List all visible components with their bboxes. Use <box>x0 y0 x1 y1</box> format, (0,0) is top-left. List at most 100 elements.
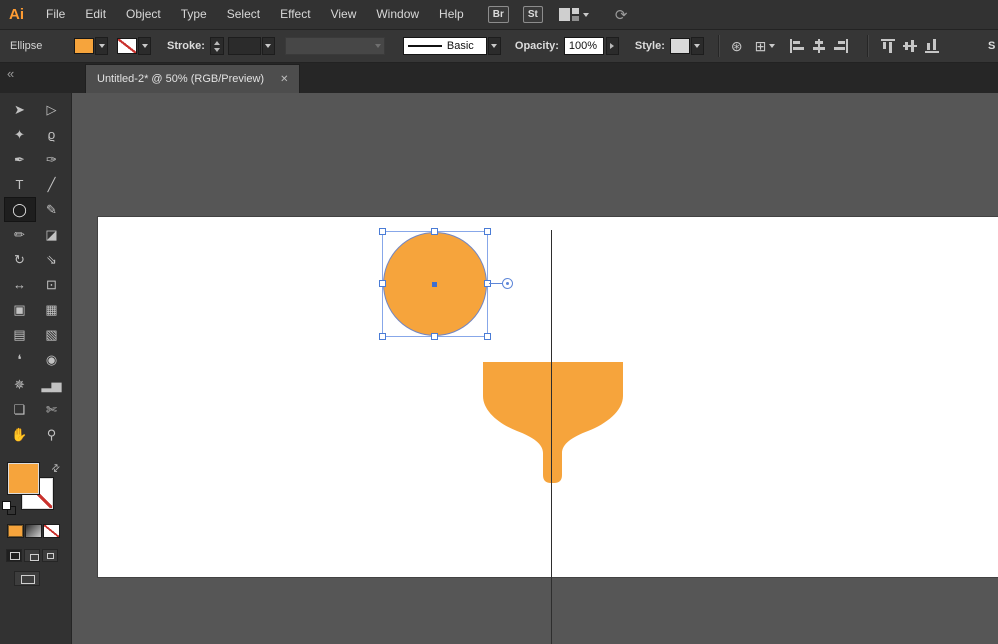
collapse-panel-icon[interactable]: « <box>7 66 14 81</box>
graphic-style-dropdown[interactable] <box>670 37 704 55</box>
lasso-tool[interactable]: ϱ <box>36 122 68 147</box>
type-tool[interactable]: T <box>4 172 36 197</box>
align-top-icon[interactable] <box>880 38 896 54</box>
style-label: Style: <box>635 40 665 52</box>
perspective-grid-tool[interactable]: ▦ <box>36 297 68 322</box>
paintbrush-tool[interactable]: ✎ <box>36 197 68 222</box>
vertical-guide-line[interactable] <box>551 230 552 644</box>
fill-swatch[interactable] <box>74 38 94 54</box>
selection-handle[interactable] <box>379 333 386 340</box>
selection-handle[interactable] <box>379 280 386 287</box>
selection-handle[interactable] <box>484 228 491 235</box>
stroke-weight-stepper[interactable] <box>210 37 224 55</box>
ellipse-tool[interactable]: ◯ <box>4 197 36 222</box>
symbol-sprayer-tool[interactable]: ✵ <box>4 372 36 397</box>
rotate-tool[interactable]: ↻ <box>4 247 36 272</box>
stroke-weight-value[interactable] <box>228 37 261 55</box>
scale-tool[interactable]: ⇘ <box>36 247 68 272</box>
slice-tool[interactable]: ✄ <box>36 397 68 422</box>
blend-tool[interactable]: ◉ <box>36 347 68 372</box>
brush-preview[interactable]: Basic <box>403 37 487 55</box>
draw-behind-button[interactable] <box>24 549 40 562</box>
swap-fill-stroke-icon[interactable]: ⇄ <box>49 462 63 476</box>
fill-color-control[interactable] <box>74 37 108 55</box>
menu-edit[interactable]: Edit <box>75 0 116 29</box>
selection-icon: ➤ <box>14 103 25 116</box>
screen-mode-button[interactable] <box>14 571 40 586</box>
selection-handle[interactable] <box>379 228 386 235</box>
draw-normal-button[interactable] <box>6 549 22 562</box>
align-middle-icon[interactable] <box>902 38 918 54</box>
menu-help[interactable]: Help <box>429 0 474 29</box>
gradient-mode-button[interactable] <box>25 524 42 538</box>
none-mode-button[interactable] <box>43 524 60 538</box>
free-transform-tool[interactable]: ⊡ <box>36 272 68 297</box>
style-chevron[interactable] <box>691 37 704 55</box>
align-right-icon[interactable] <box>833 38 849 54</box>
align-left-icon[interactable] <box>789 38 805 54</box>
menu-view[interactable]: View <box>321 0 367 29</box>
column-graph-icon: ▂▅ <box>42 378 62 391</box>
selection-handle[interactable] <box>431 228 438 235</box>
menu-select[interactable]: Select <box>217 0 270 29</box>
style-swatch[interactable] <box>670 38 690 54</box>
column-graph-tool[interactable]: ▂▅ <box>36 372 68 397</box>
selection-tool[interactable]: ➤ <box>4 97 36 122</box>
curvature-tool[interactable]: ✑ <box>36 147 68 172</box>
bridge-button[interactable]: Br <box>488 6 509 23</box>
variable-width-profile-dropdown[interactable] <box>285 37 385 55</box>
width-tool[interactable]: ↔ <box>4 272 36 297</box>
menu-effect[interactable]: Effect <box>270 0 320 29</box>
direct-selection-tool[interactable]: ▷ <box>36 97 68 122</box>
stroke-dropdown-button[interactable] <box>138 37 151 55</box>
menu-object[interactable]: Object <box>116 0 171 29</box>
stroke-swatch[interactable] <box>117 38 137 54</box>
close-icon[interactable]: ✕ <box>280 74 288 85</box>
transform-panel-button[interactable]: ⊞ <box>755 38 776 54</box>
menu-window[interactable]: Window <box>366 0 429 29</box>
sync-icon[interactable]: ⟳ <box>615 6 628 24</box>
eraser-tool[interactable]: ◪ <box>36 222 68 247</box>
mesh-tool[interactable]: ▤ <box>4 322 36 347</box>
color-mode-button[interactable] <box>7 524 24 538</box>
workspace-switcher[interactable] <box>559 8 589 21</box>
opacity-input[interactable]: 100% <box>564 37 604 55</box>
default-fill-stroke-icon[interactable] <box>2 501 18 517</box>
chevron-down-icon <box>265 44 271 48</box>
stepper-up-icon[interactable] <box>214 41 220 45</box>
artboard[interactable] <box>98 217 998 577</box>
menu-type[interactable]: Type <box>171 0 217 29</box>
selection-handle[interactable] <box>431 333 438 340</box>
document-tab[interactable]: Untitled-2* @ 50% (RGB/Preview) ✕ <box>85 64 300 93</box>
line-segment-tool[interactable]: ╱ <box>36 172 68 197</box>
brush-chevron[interactable] <box>488 37 501 55</box>
draw-inside-button[interactable] <box>42 549 58 562</box>
fill-proxy-swatch[interactable] <box>8 463 39 494</box>
live-shape-pie-widget[interactable] <box>502 278 513 289</box>
stroke-color-control[interactable] <box>117 37 151 55</box>
brush-definition-dropdown[interactable]: Basic <box>403 37 501 55</box>
menu-file[interactable]: File <box>36 0 75 29</box>
opacity-dropdown-button[interactable] <box>606 37 619 55</box>
rotate-icon: ↻ <box>14 253 25 266</box>
stepper-down-icon[interactable] <box>214 48 220 52</box>
shape-builder-tool[interactable]: ▣ <box>4 297 36 322</box>
hand-tool[interactable]: ✋ <box>4 422 36 447</box>
selection-handle[interactable] <box>484 333 491 340</box>
eyedropper-tool[interactable]: ❛ <box>4 347 36 372</box>
artboard-tool[interactable]: ❏ <box>4 397 36 422</box>
canvas-area[interactable] <box>72 93 998 644</box>
zoom-tool[interactable]: ⚲ <box>36 422 68 447</box>
magic-wand-tool[interactable]: ✦ <box>4 122 36 147</box>
align-bottom-icon[interactable] <box>924 38 940 54</box>
gradient-tool[interactable]: ▧ <box>36 322 68 347</box>
recolor-artwork-icon[interactable]: ⊛ <box>731 38 743 54</box>
shape-center-point[interactable] <box>432 282 437 287</box>
pen-tool[interactable]: ✒ <box>4 147 36 172</box>
stroke-weight-dropdown[interactable] <box>228 37 275 55</box>
fill-dropdown-button[interactable] <box>95 37 108 55</box>
stroke-weight-chevron[interactable] <box>262 37 275 55</box>
pencil-tool[interactable]: ✏ <box>4 222 36 247</box>
stock-button[interactable]: St <box>523 6 543 23</box>
align-center-icon[interactable] <box>811 38 827 54</box>
